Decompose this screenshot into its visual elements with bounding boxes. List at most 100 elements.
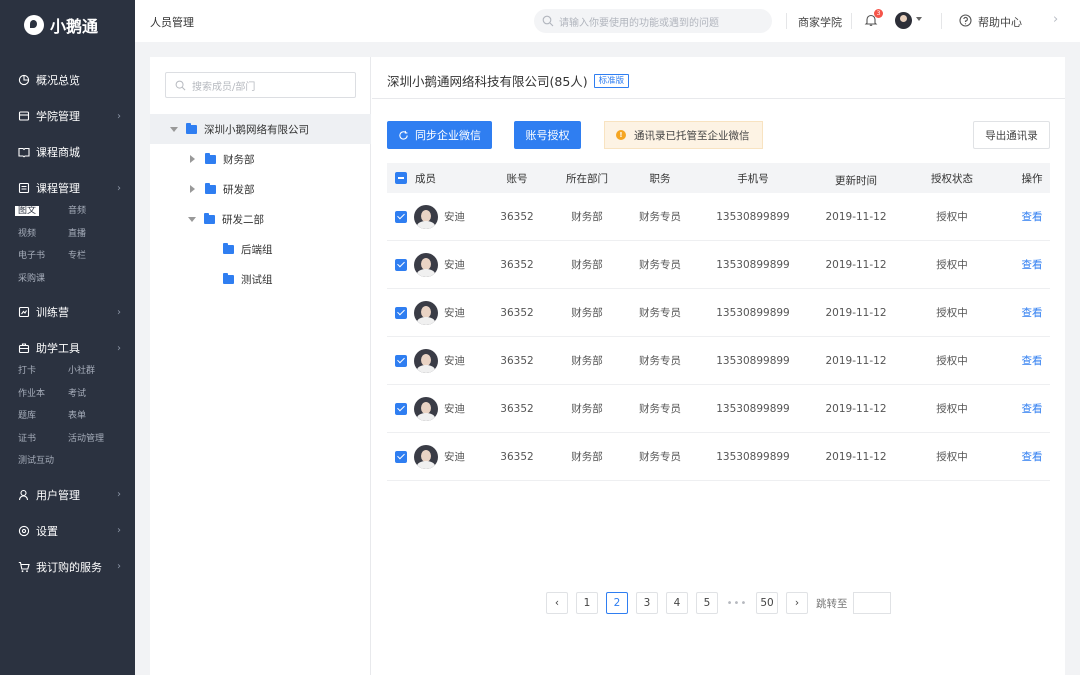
- updated-cell: 2019-11-12: [825, 210, 887, 223]
- sidebar-item-overview[interactable]: 概况总览: [0, 62, 135, 98]
- department-cell: 财务部: [571, 259, 603, 271]
- view-link[interactable]: 查看: [1012, 353, 1052, 368]
- page-button[interactable]: 1: [576, 592, 598, 614]
- view-link[interactable]: 查看: [1012, 305, 1052, 320]
- submenu-item-test-interaction[interactable]: 测试互动: [18, 450, 118, 473]
- row-checkbox[interactable]: [395, 354, 407, 367]
- row-checkbox[interactable]: [395, 402, 407, 415]
- row-checkbox[interactable]: [395, 306, 407, 319]
- account-cell: 36352: [500, 354, 534, 367]
- row-checkbox[interactable]: [395, 258, 407, 271]
- avatar: [414, 300, 438, 325]
- tree-node-rnd[interactable]: 研发部: [150, 174, 371, 204]
- tree-search-input[interactable]: 搜索成员/部门: [165, 72, 356, 98]
- updated-cell: 2019-11-12: [825, 450, 887, 463]
- tree-node-finance[interactable]: 财务部: [150, 144, 371, 174]
- folder-icon: [204, 212, 215, 224]
- help-center-link[interactable]: 帮助中心: [978, 14, 1022, 30]
- submenu-item-column[interactable]: 专栏: [68, 245, 118, 268]
- column-header-account: 账号: [506, 172, 528, 185]
- next-page-button[interactable]: ›: [786, 592, 808, 614]
- caret-down-icon[interactable]: [188, 216, 196, 222]
- submenu-item-exam[interactable]: 考试: [68, 383, 118, 406]
- export-contacts-button[interactable]: 导出通讯录: [973, 121, 1050, 149]
- user-avatar[interactable]: [895, 12, 912, 29]
- course-submenu: 图文 音频 视频 直播 电子书 专栏 采购课: [0, 200, 135, 290]
- submenu-item-live[interactable]: 直播: [68, 223, 118, 246]
- submenu-item-graphic[interactable]: 图文: [15, 200, 68, 223]
- caret-right-icon[interactable]: [190, 185, 195, 193]
- caret-down-icon[interactable]: [916, 17, 922, 21]
- updated-cell: 2019-11-12: [825, 306, 887, 319]
- submenu-item-video[interactable]: 视频: [18, 223, 68, 246]
- app-logo[interactable]: 小鹅通: [0, 0, 135, 50]
- prev-page-button[interactable]: ‹: [546, 592, 568, 614]
- submenu-item-activity[interactable]: 活动管理: [68, 428, 118, 451]
- tree-node-rnd-two[interactable]: 研发二部: [150, 204, 371, 234]
- pie-chart-icon: [18, 74, 30, 86]
- updated-cell: 2019-11-12: [825, 402, 887, 415]
- select-all-checkbox[interactable]: [395, 172, 407, 184]
- account-auth-button[interactable]: 账号授权: [514, 121, 581, 149]
- submenu-item-form[interactable]: 表单: [68, 405, 118, 428]
- jump-to-page-input[interactable]: [852, 592, 891, 614]
- sidebar-item-my-services[interactable]: 我订购的服务 ›: [0, 549, 135, 585]
- department-cell: 财务部: [571, 355, 603, 367]
- submenu-item-audio[interactable]: 音频: [68, 200, 118, 223]
- submenu-item-homework[interactable]: 作业本: [18, 383, 68, 406]
- global-search-input[interactable]: 请输入你要使用的功能或遇到的问题: [534, 9, 772, 33]
- view-link[interactable]: 查看: [1012, 209, 1052, 224]
- view-link[interactable]: 查看: [1012, 449, 1052, 464]
- phone-cell: 13530899899: [716, 258, 790, 271]
- avatar: [414, 348, 438, 373]
- status-cell: 授权中: [936, 307, 968, 319]
- submenu-item-question-bank[interactable]: 题库: [18, 405, 68, 428]
- department-cell: 财务部: [571, 451, 603, 463]
- page-button[interactable]: 3: [636, 592, 658, 614]
- merchant-academy-link[interactable]: 商家学院: [798, 14, 842, 30]
- submenu-item-purchase[interactable]: 采购课: [18, 268, 68, 291]
- submenu-item-checkin[interactable]: 打卡: [18, 360, 68, 383]
- sidebar-item-academy[interactable]: 学院管理 ›: [0, 98, 135, 134]
- page-button-current[interactable]: 2: [606, 592, 628, 614]
- pagination-ellipsis: •••: [726, 597, 748, 609]
- chevron-right-icon[interactable]: ›: [1053, 12, 1058, 27]
- search-icon: [175, 80, 186, 90]
- view-link[interactable]: 查看: [1012, 401, 1052, 416]
- caret-right-icon[interactable]: [190, 155, 195, 163]
- page-button[interactable]: 5: [696, 592, 718, 614]
- phone-cell: 13530899899: [716, 306, 790, 319]
- member-name: 安迪: [444, 451, 465, 463]
- department-cell: 财务部: [571, 307, 603, 319]
- row-checkbox[interactable]: [395, 450, 407, 463]
- sidebar-item-settings[interactable]: 设置 ›: [0, 513, 135, 549]
- tree-node-company[interactable]: 深圳小鹅网络有限公司: [150, 114, 371, 144]
- sync-wecom-button[interactable]: 同步企业微信: [387, 121, 492, 149]
- account-cell: 36352: [500, 306, 534, 319]
- submenu-item-certificate[interactable]: 证书: [18, 428, 68, 451]
- submenu-item-community[interactable]: 小社群: [68, 360, 118, 383]
- avatar: [414, 396, 438, 421]
- members-table: 成员 账号 所在部门 职务 手机号 更新时间 授权状态 操作 安迪 36352 财务…: [387, 163, 1050, 481]
- sidebar-item-user-management[interactable]: 用户管理 ›: [0, 477, 135, 513]
- row-checkbox[interactable]: [395, 210, 407, 223]
- caret-down-icon[interactable]: [170, 126, 178, 132]
- tree-node-qa[interactable]: 测试组: [150, 264, 371, 294]
- account-cell: 36352: [500, 402, 534, 415]
- divider: [851, 13, 852, 29]
- submenu-item-ebook[interactable]: 电子书: [18, 245, 68, 268]
- sidebar-item-training-camp[interactable]: 训练营 ›: [0, 294, 135, 330]
- sidebar-item-course-mall[interactable]: 课程商城: [0, 134, 135, 170]
- view-link[interactable]: 查看: [1012, 257, 1052, 272]
- cart-icon: [18, 561, 30, 573]
- tree-node-backend[interactable]: 后端组: [150, 234, 371, 264]
- column-header-action: 操作: [1021, 172, 1043, 185]
- member-name: 安迪: [444, 307, 465, 319]
- chevron-right-icon: ›: [117, 525, 121, 536]
- table-row: 安迪 36352 财务部 财务专员 13530899899 2019-11-12 授权中 查看: [387, 193, 1050, 241]
- page-button-last[interactable]: 50: [756, 592, 778, 614]
- jump-to-label: 跳转至: [816, 597, 848, 610]
- main-panel: 搜索成员/部门 深圳小鹅网络有限公司 财务部 研发部 研发二部 后端组 测试组 …: [150, 57, 1065, 675]
- department-cell: 财务部: [571, 403, 603, 415]
- page-button[interactable]: 4: [666, 592, 688, 614]
